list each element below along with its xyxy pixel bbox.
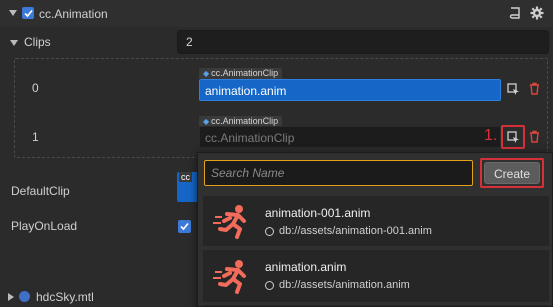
result-name: animation-001.anim bbox=[265, 206, 371, 220]
select-cursor-icon bbox=[506, 130, 519, 143]
play-on-load-label: PlayOnLoad bbox=[11, 219, 78, 233]
default-clip-label: DefaultClip bbox=[11, 184, 70, 198]
expand-arrow-icon[interactable] bbox=[8, 293, 14, 301]
clips-expand-arrow-icon[interactable] bbox=[10, 40, 18, 46]
animation-clip-icon bbox=[213, 205, 246, 239]
clip-index-0: 0 bbox=[32, 81, 39, 95]
create-button[interactable]: Create bbox=[484, 162, 540, 184]
check-icon bbox=[23, 9, 33, 17]
book-icon[interactable] bbox=[509, 7, 521, 20]
select-cursor-icon bbox=[506, 82, 519, 95]
component-enabled-checkbox[interactable] bbox=[22, 7, 34, 19]
search-input[interactable]: Search Name bbox=[204, 160, 473, 186]
clips-count-input[interactable]: 2 bbox=[177, 30, 549, 54]
diamond-icon: ◆ bbox=[203, 117, 210, 126]
animation-clip-icon bbox=[213, 260, 246, 294]
location-icon bbox=[265, 281, 274, 290]
default-clip-type-tag: cc bbox=[179, 172, 192, 182]
pick-asset-button-0[interactable] bbox=[504, 80, 522, 98]
annotation-step-1: 1. bbox=[484, 127, 498, 144]
result-name: animation.anim bbox=[265, 260, 347, 274]
clips-label: Clips bbox=[24, 35, 51, 49]
clip-asset-field-0[interactable]: animation.anim bbox=[199, 79, 501, 101]
gear-icon[interactable] bbox=[530, 6, 544, 20]
clip-asset-field-1[interactable]: cc.AnimationClip bbox=[199, 126, 501, 148]
clip-index-1: 1 bbox=[32, 130, 39, 144]
list-item[interactable]: animation-001.anim db://assets/animation… bbox=[203, 196, 549, 246]
location-icon bbox=[265, 227, 274, 236]
asset-picker-popup: Search Name Create 2. animation-001.anim… bbox=[197, 152, 553, 307]
pick-asset-button-1[interactable] bbox=[501, 125, 525, 149]
diamond-icon: ◆ bbox=[203, 69, 210, 78]
trash-icon[interactable] bbox=[529, 130, 540, 143]
component-title: cc.Animation bbox=[39, 7, 108, 21]
check-icon bbox=[180, 222, 189, 231]
play-on-load-checkbox[interactable] bbox=[178, 220, 191, 233]
result-path: db://assets/animation.anim bbox=[279, 279, 410, 291]
list-item[interactable]: animation.anim db://assets/animation.ani… bbox=[203, 250, 549, 302]
clip-type-tag-0: ◆ cc.AnimationClip bbox=[199, 68, 283, 79]
default-clip-field[interactable]: cc bbox=[177, 172, 199, 202]
trash-icon[interactable] bbox=[529, 82, 540, 95]
node-label: hdcSky.mtl bbox=[36, 290, 94, 304]
result-path: db://assets/animation-001.anim bbox=[279, 225, 432, 237]
material-icon bbox=[19, 291, 30, 302]
collapse-arrow-icon[interactable] bbox=[9, 10, 17, 16]
